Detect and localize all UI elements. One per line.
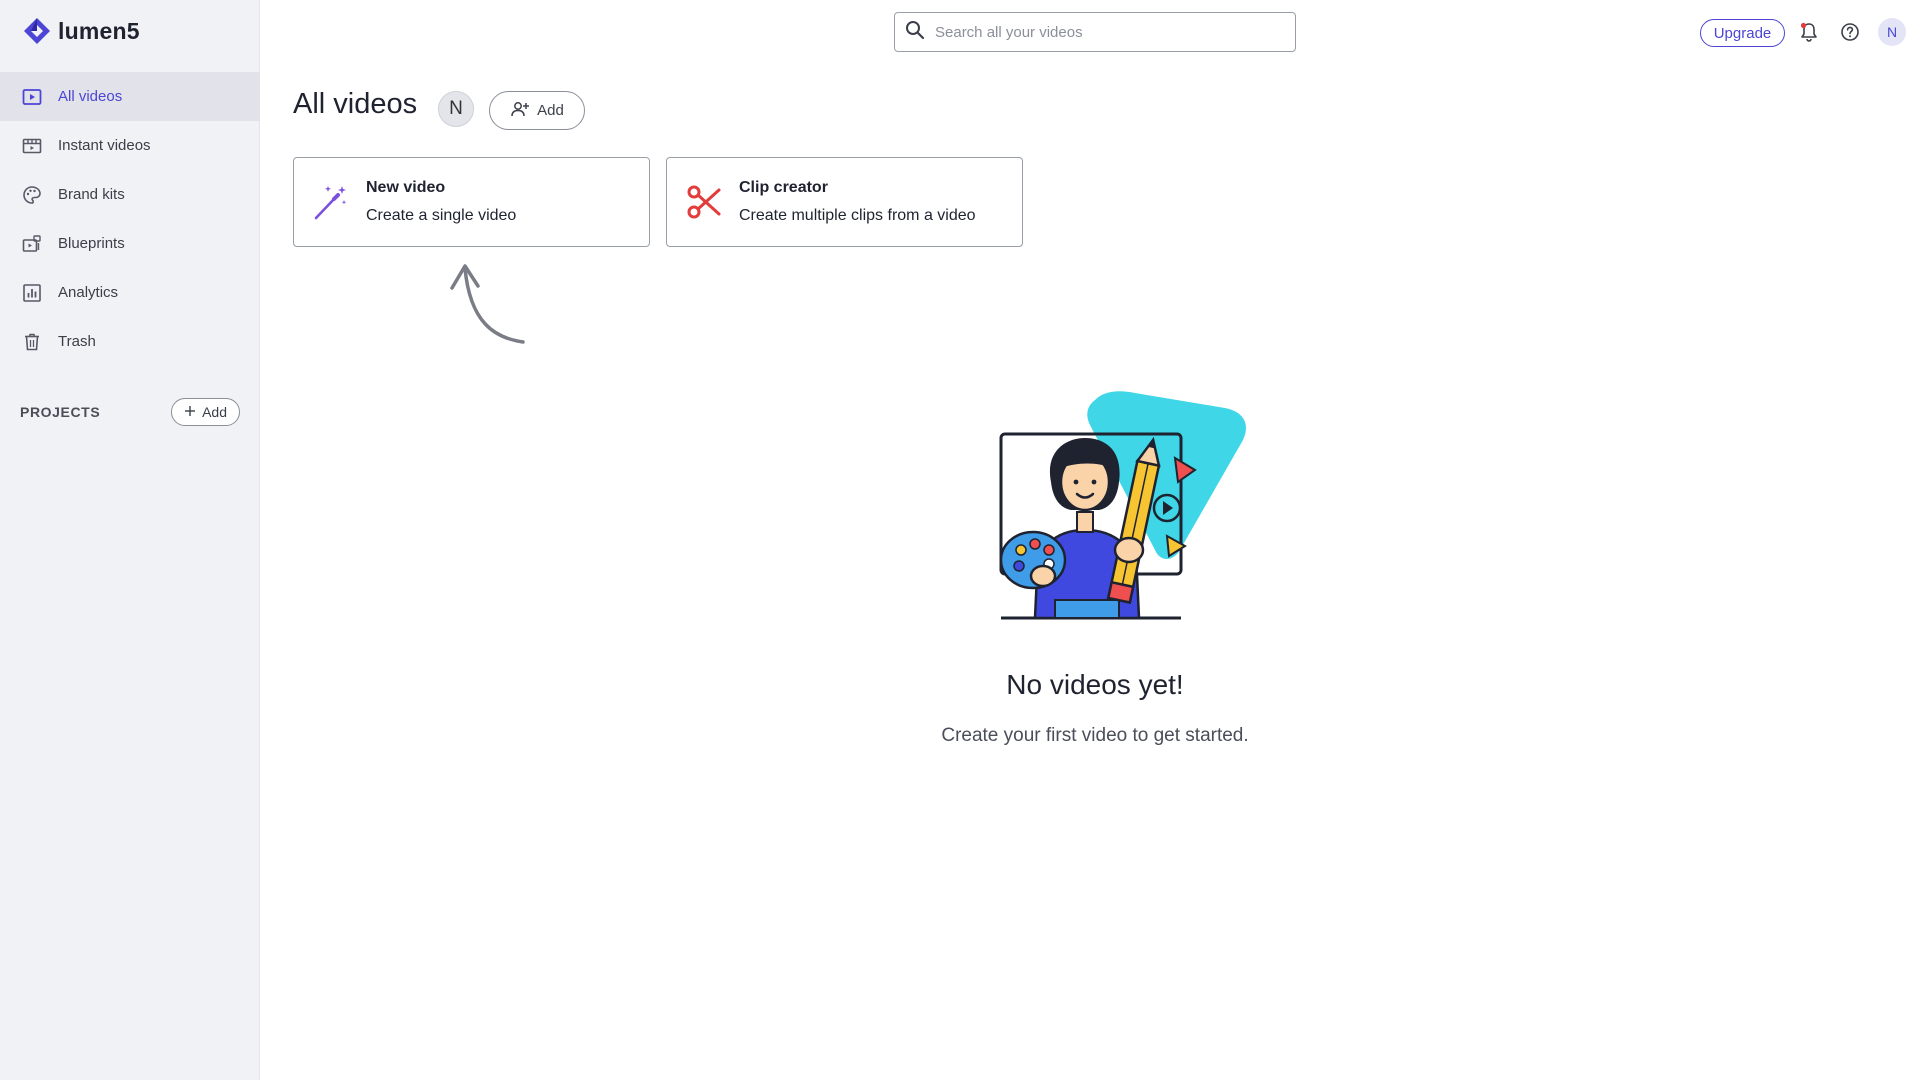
projects-label: PROJECTS — [20, 404, 101, 420]
sidebar: lumen5 All videos Instant videos Brand k… — [0, 0, 260, 1080]
empty-state-subtitle: Create your first video to get started. — [941, 725, 1249, 746]
empty-state-illustration — [999, 391, 1246, 620]
projects-section: PROJECTS Add — [20, 397, 240, 427]
add-user-icon — [510, 101, 530, 121]
sidebar-item-trash[interactable]: Trash — [0, 317, 260, 366]
empty-state-title: No videos yet! — [1006, 669, 1184, 700]
logo-text: lumen5 — [58, 17, 140, 44]
user-avatar[interactable]: N — [1878, 18, 1906, 46]
palette-icon — [21, 184, 43, 206]
sidebar-item-analytics[interactable]: Analytics — [0, 268, 260, 317]
card-subtitle: Create a single video — [366, 207, 517, 224]
bar-chart-icon — [21, 282, 43, 304]
sidebar-nav: All videos Instant videos Brand kits Blu… — [0, 72, 260, 366]
sidebar-item-label: Trash — [58, 333, 96, 350]
sidebar-item-label: Instant videos — [58, 137, 151, 154]
add-member-button[interactable]: Add — [489, 91, 585, 130]
magic-wand-icon — [312, 182, 350, 222]
sidebar-item-label: All videos — [58, 88, 123, 105]
new-video-card[interactable]: New video Create a single video — [293, 157, 650, 247]
blueprint-icon — [21, 233, 43, 255]
sidebar-item-brand-kits[interactable]: Brand kits — [0, 170, 260, 219]
search-icon — [905, 20, 925, 45]
notifications-button[interactable] — [1797, 20, 1821, 44]
help-icon — [1841, 23, 1859, 41]
help-button[interactable] — [1838, 20, 1862, 44]
film-strip-icon — [21, 135, 43, 157]
add-project-label: Add — [202, 404, 227, 420]
clip-creator-card[interactable]: Clip creator Create multiple clips from … — [666, 157, 1023, 247]
lumen5-logo-icon — [24, 18, 50, 44]
scissors-icon — [685, 182, 723, 222]
app-root: lumen5 All videos Instant videos Brand k… — [0, 0, 1920, 1080]
search-input[interactable] — [935, 23, 1275, 41]
sidebar-item-blueprints[interactable]: Blueprints — [0, 219, 260, 268]
card-subtitle: Create multiple clips from a video — [739, 207, 976, 224]
video-play-icon — [21, 86, 43, 108]
sidebar-item-instant-videos[interactable]: Instant videos — [0, 121, 260, 170]
card-title: Clip creator — [739, 179, 828, 196]
page-title: All videos — [293, 88, 418, 120]
sidebar-item-label: Brand kits — [58, 186, 125, 203]
logo[interactable]: lumen5 — [22, 16, 140, 46]
add-project-button[interactable]: Add — [171, 398, 240, 426]
sidebar-item-label: Analytics — [58, 284, 119, 301]
trash-icon — [21, 331, 43, 353]
plus-icon — [184, 404, 196, 420]
hint-arrow-icon — [450, 264, 525, 344]
bell-icon — [1800, 22, 1817, 42]
card-title: New video — [366, 179, 446, 196]
member-avatar[interactable]: N — [438, 91, 474, 127]
add-member-label: Add — [537, 102, 564, 119]
sidebar-item-label: Blueprints — [58, 235, 125, 252]
search-bar[interactable] — [894, 12, 1296, 52]
upgrade-button[interactable]: Upgrade — [1700, 19, 1785, 47]
sidebar-item-all-videos[interactable]: All videos — [0, 72, 260, 121]
